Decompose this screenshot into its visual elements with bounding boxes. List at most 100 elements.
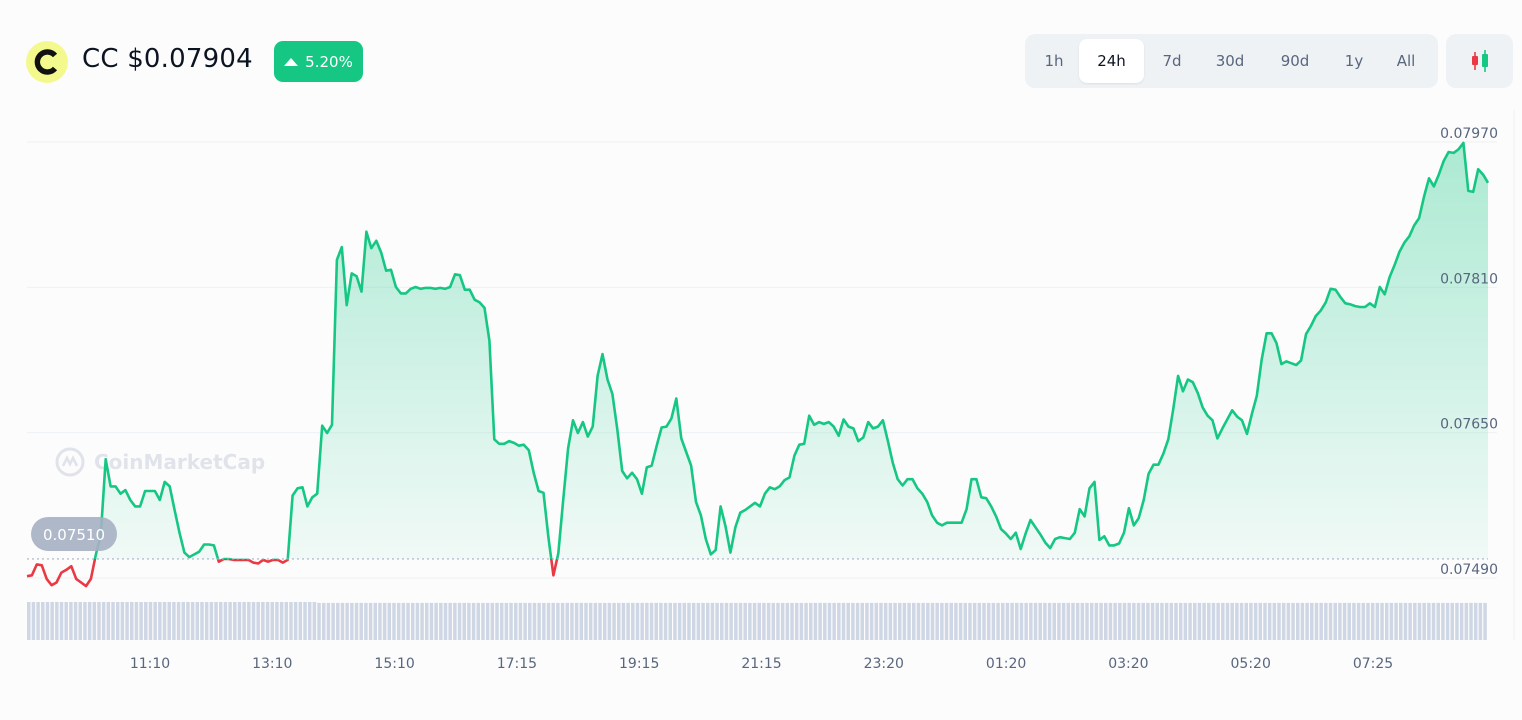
volume-bar	[710, 602, 715, 640]
volume-bar	[588, 602, 593, 640]
volume-bar	[130, 602, 134, 640]
volume-bar	[799, 602, 804, 640]
volume-bar	[233, 602, 237, 640]
volume-bar	[228, 602, 232, 640]
volume-bar	[617, 602, 621, 640]
x-tick-label: 23:20	[864, 656, 904, 672]
volume-bar	[565, 602, 569, 640]
volume-bar	[45, 602, 50, 640]
x-tick-label: 05:20	[1231, 656, 1271, 672]
volume-bar	[762, 602, 766, 640]
volume-bar	[649, 602, 654, 640]
volume-bar	[621, 602, 626, 640]
volume-bar	[1235, 602, 1239, 640]
volume-bar	[949, 602, 953, 640]
volume-bar	[69, 602, 73, 640]
volume-bar	[729, 602, 733, 640]
volume-bar	[331, 602, 335, 640]
volume-bar	[968, 602, 972, 640]
volume-bar	[514, 602, 518, 640]
volume-bar	[888, 602, 893, 640]
volume-bar	[1380, 602, 1384, 640]
volume-bar	[1375, 602, 1380, 640]
volume-bar	[471, 602, 476, 640]
x-axis: 11:10 13:10 15:10 17:15 19:15 21:15 23:20 01:20…	[130, 656, 1393, 672]
volume-bar	[420, 602, 424, 640]
volume-bar	[1146, 602, 1150, 640]
volume-bar	[827, 602, 832, 640]
volume-bar	[1057, 602, 1061, 640]
volume-bar	[902, 602, 907, 640]
volume-bar	[373, 602, 377, 640]
volume-bar	[1066, 602, 1071, 640]
volume-bar	[312, 602, 317, 640]
volume-bar	[865, 602, 869, 640]
volume-bar	[654, 602, 658, 640]
volume-bar	[1347, 602, 1351, 640]
volume-bar	[584, 602, 588, 640]
volume-bar	[453, 602, 457, 640]
volume-bar	[1225, 602, 1230, 640]
volume-bar	[1080, 602, 1085, 640]
volume-bar	[162, 602, 167, 640]
volume-bar	[340, 602, 345, 640]
volume-bar	[1389, 602, 1394, 640]
volume-bar	[771, 602, 776, 640]
volume-bar	[1132, 602, 1136, 640]
volume-bar	[1033, 602, 1038, 640]
volume-bar	[851, 602, 855, 640]
volume-bar	[434, 602, 438, 640]
volume-bar	[1160, 602, 1164, 640]
y-tick-label: 0.07490	[1440, 562, 1498, 578]
volume-bar	[509, 602, 513, 640]
volume-bar	[930, 602, 935, 640]
price-area-fill	[94, 142, 1488, 559]
volume-bar	[635, 602, 640, 640]
volume-bar	[148, 602, 153, 640]
volume-bar	[1328, 602, 1333, 640]
volume-bar	[1202, 602, 1206, 640]
volume-bar	[1445, 602, 1450, 640]
volume-bar	[715, 602, 719, 640]
volume-bar	[476, 602, 481, 640]
volume-bar	[368, 602, 373, 640]
volume-bar	[1427, 602, 1431, 640]
volume-bar	[251, 602, 256, 640]
volume-bar	[275, 602, 279, 640]
volume-bar	[457, 602, 462, 640]
price-chart[interactable]: 0.07510 0.07970 0.07810 0.07650 0.07490 11:…	[0, 0, 1522, 720]
volume-bar	[1253, 602, 1258, 640]
volume-bar	[1436, 602, 1440, 640]
volume-bar	[1338, 602, 1342, 640]
volume-bar	[429, 602, 434, 640]
volume-bar	[1071, 602, 1075, 640]
volume-bar	[757, 602, 761, 640]
x-tick-label: 17:15	[497, 656, 537, 672]
volume-bar	[860, 602, 864, 640]
volume-bar	[879, 602, 883, 640]
volume-bar	[1005, 602, 1010, 640]
volume-bar	[940, 602, 944, 640]
volume-bar	[668, 602, 673, 640]
volume-bar	[111, 602, 115, 640]
volume-bar	[579, 602, 584, 640]
volume-bar	[172, 602, 176, 640]
y-tick-label: 0.07810	[1440, 271, 1498, 287]
volume-bar	[1281, 602, 1286, 640]
volume-bar	[36, 602, 40, 640]
volume-bar	[1075, 602, 1080, 640]
volume-bar	[794, 602, 799, 640]
volume-bar	[1052, 602, 1056, 640]
volume-bar	[1370, 602, 1375, 640]
volume-bar	[532, 602, 537, 640]
volume-bar	[963, 602, 968, 640]
volume-bar	[83, 602, 87, 640]
volume-bar	[115, 602, 120, 640]
volume-bar	[954, 602, 958, 640]
volume-bar	[1277, 602, 1281, 640]
volume-bar	[1061, 602, 1066, 640]
volume-bar	[1413, 602, 1417, 640]
volume-bar	[1104, 602, 1108, 640]
volume-bar	[27, 602, 31, 640]
volume-bar	[439, 602, 443, 640]
